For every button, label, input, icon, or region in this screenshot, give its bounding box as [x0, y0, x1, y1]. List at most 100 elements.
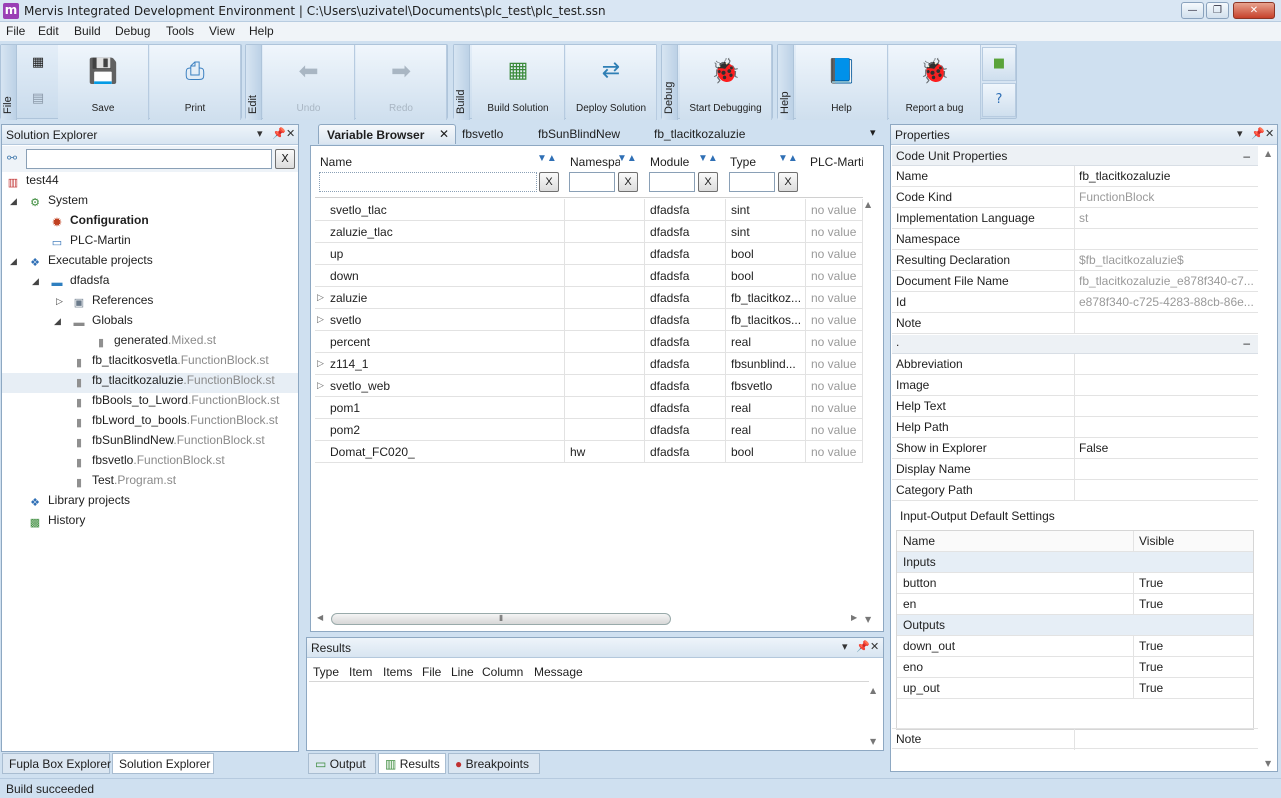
- deploy-solution-button[interactable]: ⇄ Deploy Solution: [566, 45, 657, 120]
- scroll-up-icon[interactable]: ▲: [870, 686, 876, 695]
- expand-arrow-icon[interactable]: ▷: [317, 380, 324, 391]
- table-row[interactable]: z114_1 ▷ dfadsfa fbsunblind... no value: [315, 353, 863, 375]
- expand-arrow-icon[interactable]: ▷: [317, 358, 324, 369]
- expand-arrow-icon[interactable]: ▷: [317, 314, 324, 325]
- tree-item-references[interactable]: ▷ ▣ References: [56, 293, 153, 313]
- results-col-type[interactable]: Type: [313, 665, 339, 679]
- tree-item-system[interactable]: ◢ ⚙ System: [10, 193, 88, 213]
- prop-row-category-path[interactable]: Category Path: [892, 480, 1258, 501]
- close-icon[interactable]: ✕: [1265, 127, 1274, 140]
- start-debugging-button[interactable]: 🐞 Start Debugging: [680, 45, 772, 120]
- maximize-button[interactable]: ❐: [1206, 2, 1229, 19]
- new-file-icon[interactable]: ▦: [19, 47, 57, 82]
- dropdown-icon[interactable]: ▾: [842, 640, 848, 653]
- table-row[interactable]: Domat_FC020_ hw dfadsfa bool no value: [315, 441, 863, 463]
- tree-item-executable-projects[interactable]: ◢ ❖ Executable projects: [10, 253, 153, 273]
- io-row-eno[interactable]: eno True: [897, 657, 1253, 678]
- pin-icon[interactable]: 📌: [1251, 127, 1265, 140]
- undo-button[interactable]: ⬅ Undo: [263, 45, 355, 120]
- column-plc-martin[interactable]: PLC-Martin: [810, 155, 863, 169]
- scroll-down-icon[interactable]: ▼: [865, 615, 871, 624]
- column-name[interactable]: Name: [320, 155, 352, 169]
- save-button[interactable]: 💾 Save: [58, 45, 149, 120]
- prop-row-help-path[interactable]: Help Path: [892, 417, 1258, 438]
- scroll-left-icon[interactable]: ◀: [317, 613, 323, 622]
- sort-icon[interactable]: ▼▲: [537, 153, 557, 164]
- sort-icon[interactable]: ▼▲: [778, 153, 798, 164]
- tab-list-dropdown-icon[interactable]: ▾: [870, 126, 876, 139]
- tab-output[interactable]: ▭ Output: [308, 753, 376, 774]
- io-col-visible[interactable]: Visible: [1139, 534, 1174, 548]
- io-row-en[interactable]: en True: [897, 594, 1253, 615]
- prop-row-code-kind[interactable]: Code Kind FunctionBlock: [892, 187, 1258, 208]
- table-row[interactable]: down dfadsfa bool no value: [315, 265, 863, 287]
- namespace-filter-input[interactable]: [569, 172, 615, 192]
- tab-variable-browser[interactable]: Variable Browser ✕: [318, 124, 456, 144]
- tree-item-test44[interactable]: ▥ test44: [6, 173, 59, 193]
- io-row-button[interactable]: button True: [897, 573, 1253, 594]
- tab-fbsvetlo[interactable]: fbsvetlo: [454, 124, 511, 144]
- prop-row-image[interactable]: Image: [892, 375, 1258, 396]
- sort-icon[interactable]: ▼▲: [617, 153, 637, 164]
- table-row[interactable]: pom2 dfadsfa real no value: [315, 419, 863, 441]
- section-code-unit-properties[interactable]: Code Unit Properties –: [892, 146, 1258, 166]
- tree-item-plc-martin[interactable]: ▭ PLC-Martin: [50, 233, 131, 253]
- prop-row-help-text[interactable]: Help Text: [892, 396, 1258, 417]
- table-row[interactable]: up dfadsfa bool no value: [315, 243, 863, 265]
- column-namespace[interactable]: Namespace: [570, 155, 620, 169]
- tree-item-configuration[interactable]: ✹ Configuration: [50, 213, 148, 233]
- results-col-line[interactable]: Line: [451, 665, 474, 679]
- scroll-right-icon[interactable]: ▶: [851, 613, 857, 622]
- menu-edit[interactable]: Edit: [38, 24, 59, 38]
- section-misc[interactable]: . –: [892, 335, 1258, 354]
- tree-item-fbsunblindnew[interactable]: ▮ fbSunBlindNew.FunctionBlock.st: [72, 433, 265, 453]
- column-module[interactable]: Module: [650, 155, 689, 169]
- pin-icon[interactable]: 📌: [272, 127, 286, 140]
- dropdown-icon[interactable]: ▾: [257, 127, 263, 140]
- tree-item-fb-tlacitkozaluzie[interactable]: ▮ fb_tlacitkozaluzie.FunctionBlock.st: [2, 373, 298, 393]
- scroll-up-icon[interactable]: ▲: [1265, 149, 1271, 158]
- open-file-icon[interactable]: ▤: [19, 83, 57, 118]
- print-button[interactable]: ⎙ Print: [150, 45, 241, 120]
- collapse-icon[interactable]: –: [1243, 149, 1250, 163]
- name-filter-input[interactable]: [319, 172, 537, 192]
- tab-fupla-box-explorer[interactable]: Fupla Box Explorer: [2, 753, 111, 774]
- minimize-button[interactable]: —: [1181, 2, 1204, 19]
- dropdown-icon[interactable]: ▾: [1237, 127, 1243, 140]
- pin-icon[interactable]: 📌: [856, 640, 870, 653]
- results-col-message[interactable]: Message: [534, 665, 583, 679]
- table-row[interactable]: zaluzie ▷ dfadsfa fb_tlacitkoz... no value: [315, 287, 863, 309]
- prop-row-abbreviation[interactable]: Abbreviation: [892, 354, 1258, 375]
- tree-item-generated[interactable]: ▮ generated.Mixed.st: [94, 333, 216, 353]
- tree-item-fbsvetlo[interactable]: ▮ fbsvetlo.FunctionBlock.st: [72, 453, 225, 473]
- table-row[interactable]: svetlo_web ▷ dfadsfa fbsvetlo no value: [315, 375, 863, 397]
- tree-item-fb-tlacitkosvetla[interactable]: ▮ fb_tlacitkosvetla.FunctionBlock.st: [72, 353, 269, 373]
- menu-view[interactable]: View: [209, 24, 235, 38]
- scroll-up-icon[interactable]: ▲: [865, 200, 871, 209]
- io-group-outputs[interactable]: Outputs: [897, 615, 1253, 636]
- close-icon[interactable]: ✕: [286, 127, 295, 140]
- module-filter-input[interactable]: [649, 172, 695, 192]
- scroll-down-icon[interactable]: ▼: [870, 737, 876, 746]
- bug-small-icon[interactable]: ■: [982, 47, 1016, 81]
- help-button[interactable]: 📘 Help: [796, 45, 888, 120]
- table-row[interactable]: pom1 dfadsfa real no value: [315, 397, 863, 419]
- close-icon[interactable]: ✕: [870, 640, 879, 653]
- io-col-name[interactable]: Name: [903, 534, 935, 548]
- tab-close-icon[interactable]: ✕: [439, 127, 449, 141]
- results-col-file[interactable]: File: [422, 665, 441, 679]
- expand-arrow-icon[interactable]: ▷: [317, 292, 324, 303]
- tab-results[interactable]: ▥ Results: [378, 753, 446, 774]
- about-icon[interactable]: ?: [982, 83, 1016, 117]
- type-filter-input[interactable]: [729, 172, 775, 192]
- prop-row-name[interactable]: Name fb_tlacitkozaluzie: [892, 166, 1258, 187]
- type-filter-clear[interactable]: X: [778, 172, 798, 192]
- prop-row-implementation-language[interactable]: Implementation Language st: [892, 208, 1258, 229]
- results-col-items[interactable]: Items: [383, 665, 412, 679]
- table-row[interactable]: svetlo_tlac dfadsfa sint no value: [315, 199, 863, 221]
- table-row[interactable]: svetlo ▷ dfadsfa fb_tlacitkos... no value: [315, 309, 863, 331]
- tree-item-fbbools-to-lword[interactable]: ▮ fbBools_to_Lword.FunctionBlock.st: [72, 393, 279, 413]
- prop-row-document-file-name[interactable]: Document File Name fb_tlacitkozaluzie_e87…: [892, 271, 1258, 292]
- tree-item-dfadsfa[interactable]: ◢ ▬ dfadsfa: [32, 273, 109, 293]
- io-group-inputs[interactable]: Inputs: [897, 552, 1253, 573]
